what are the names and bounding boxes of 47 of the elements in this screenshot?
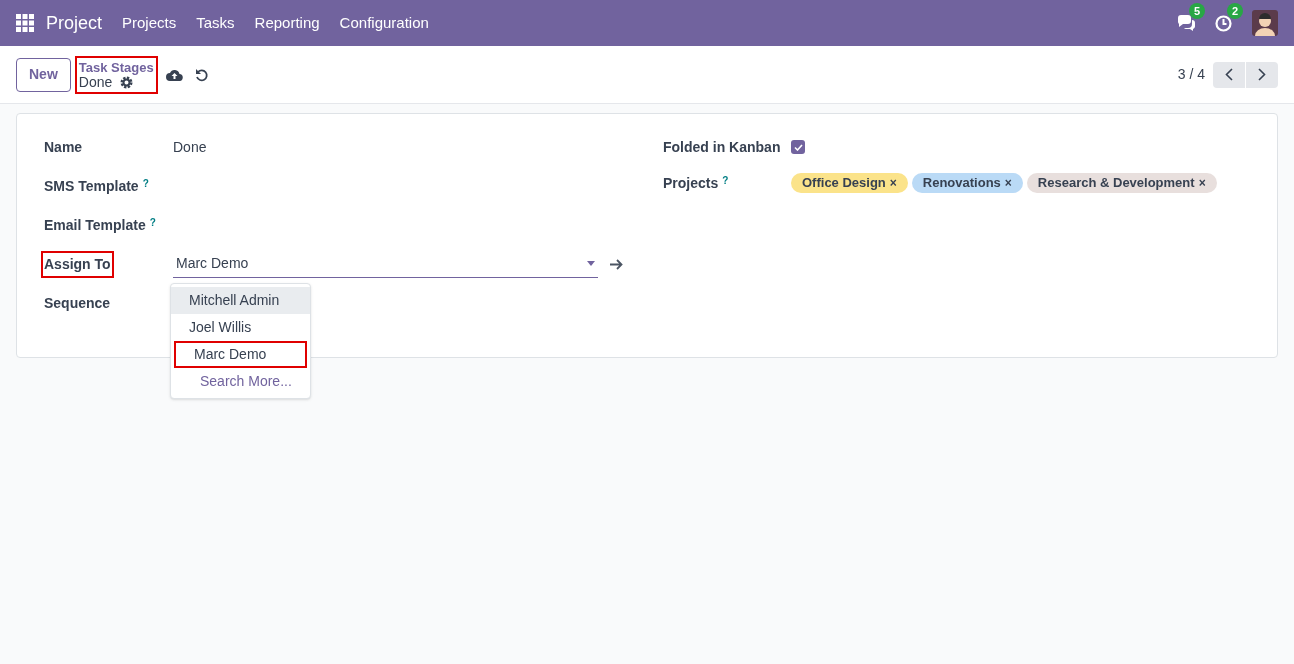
field-label: Email Template ? (43, 215, 157, 235)
previous-button[interactable] (1213, 61, 1245, 88)
clock-icon[interactable] (1215, 14, 1232, 32)
menu-item[interactable]: Tasks (196, 11, 235, 35)
chevron-left-icon (1225, 68, 1233, 81)
dropdown-option[interactable]: Marc Demo (174, 341, 307, 368)
dropdown-option[interactable]: Joel Willis (171, 314, 310, 341)
field-label: Sequence (43, 293, 112, 313)
project-tag: Office Design × (791, 173, 908, 193)
new-button[interactable]: New (16, 57, 71, 92)
undo-icon[interactable] (194, 67, 209, 82)
caret-icon (587, 261, 595, 266)
arrow-right-icon[interactable] (610, 258, 623, 270)
field-value: Done (173, 137, 207, 157)
field-label: Folded in Kanban (663, 137, 782, 157)
next-button[interactable] (1246, 61, 1278, 88)
menu-item[interactable]: Configuration (339, 11, 429, 35)
message-count-badge: 5 (1189, 3, 1206, 19)
chat-icon[interactable] (1177, 15, 1195, 31)
project-tag: Renovations × (911, 173, 1023, 193)
remove-tag-icon[interactable]: × (1198, 174, 1206, 192)
menu-item[interactable]: Reporting (254, 11, 320, 35)
gear-icon[interactable] (120, 75, 134, 89)
apps-menu-icon[interactable] (16, 14, 34, 32)
cloud-upload-icon[interactable] (165, 68, 183, 81)
menu-item[interactable]: Projects (122, 11, 177, 35)
remove-tag-icon[interactable]: × (889, 174, 897, 192)
assignee-field[interactable]: Marc Demo (173, 250, 598, 278)
field-label: SMS Template ? (43, 176, 150, 196)
project-tag: Research & Development × (1026, 173, 1217, 193)
remove-tag-icon[interactable]: × (1004, 174, 1012, 192)
activity-count-badge: 2 (1227, 2, 1244, 19)
pager-value: 3 / 4 (1177, 65, 1205, 84)
field-label: Assign To (41, 250, 114, 278)
user-avatar[interactable] (1252, 10, 1278, 36)
breadcrumb-link[interactable]: Task Stages (78, 59, 154, 75)
field-label: Projects ? (663, 173, 730, 193)
search-more-link[interactable]: Search More... (171, 368, 310, 395)
app-name[interactable]: Project (46, 9, 103, 37)
dropdown-option[interactable]: Mitchell Admin (171, 287, 310, 314)
help-icon[interactable]: ? (722, 174, 729, 186)
checkbox[interactable] (791, 140, 805, 154)
help-icon[interactable]: ? (149, 216, 156, 228)
chevron-right-icon (1258, 68, 1266, 81)
record-name: Done (78, 74, 113, 90)
help-icon[interactable]: ? (142, 177, 149, 189)
field-label: Name (43, 137, 84, 157)
